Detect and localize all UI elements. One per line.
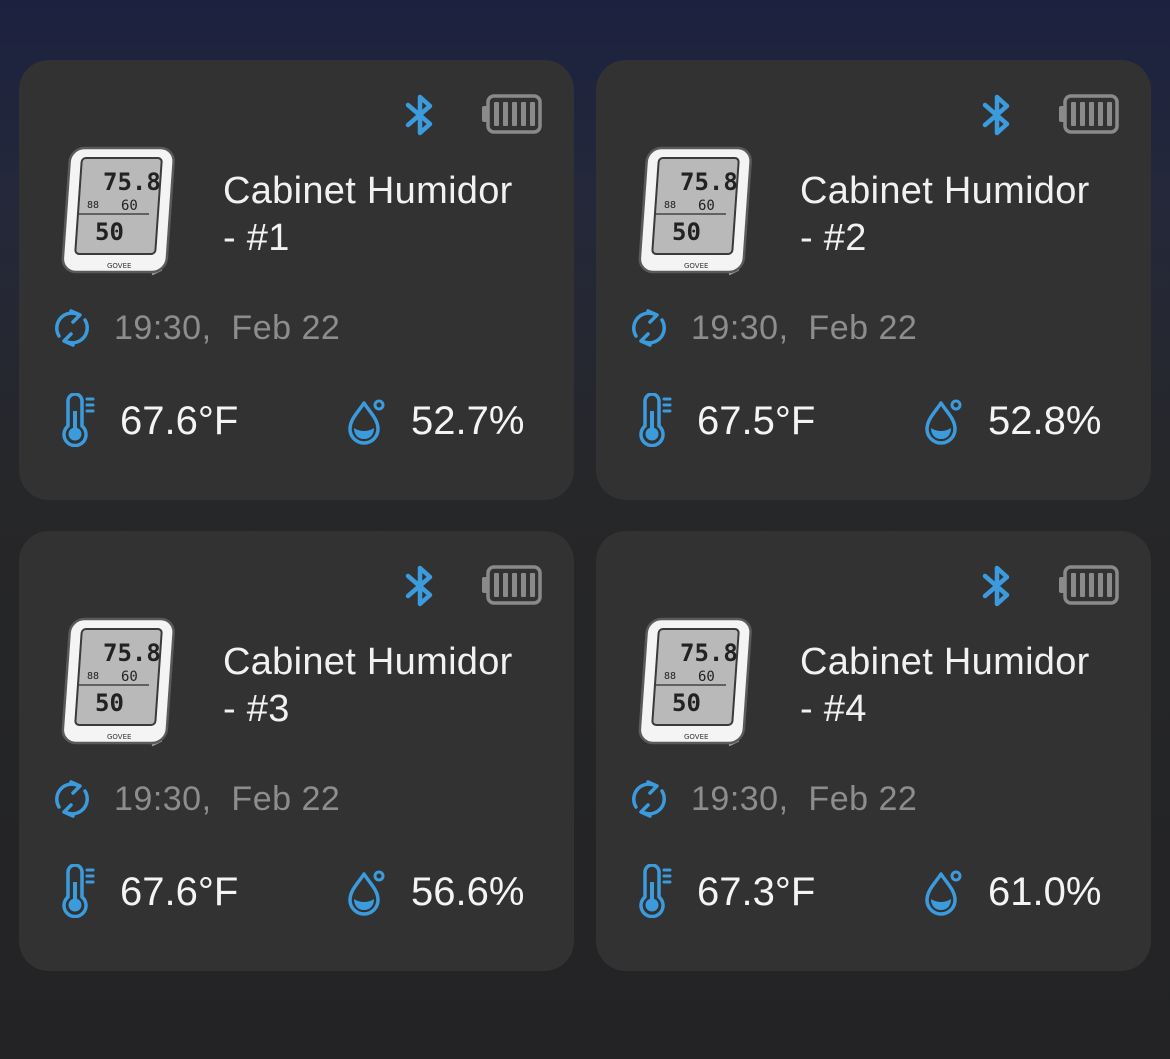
device-name: Cabinet Humidor - #4	[800, 641, 1090, 730]
humidity-drop-icon	[345, 868, 387, 916]
bluetooth-icon	[400, 564, 440, 608]
bluetooth-icon	[400, 93, 440, 137]
humidity-value: 52.7%	[411, 399, 525, 443]
device-thumbnail	[634, 142, 754, 282]
sync-icon[interactable]	[51, 306, 93, 350]
humidity-value: 56.6%	[411, 870, 525, 914]
device-thumbnail	[57, 613, 177, 753]
bluetooth-icon	[977, 93, 1017, 137]
battery-full-icon	[481, 564, 543, 606]
battery-full-icon	[1058, 564, 1120, 606]
temperature-value: 67.5°F	[697, 399, 816, 443]
device-card-1[interactable]: Cabinet Humidor - #1 19:30, Feb 22 67.6°…	[19, 60, 574, 500]
humidity-drop-icon	[345, 397, 387, 445]
device-name: Cabinet Humidor - #3	[223, 641, 513, 730]
temperature-value: 67.6°F	[120, 399, 239, 443]
device-thumbnail	[57, 142, 177, 282]
thermometer-icon	[636, 864, 672, 918]
temperature-value: 67.3°F	[697, 870, 816, 914]
humidity-value: 61.0%	[988, 870, 1102, 914]
temperature-value: 67.6°F	[120, 870, 239, 914]
last-sync-time: 19:30, Feb 22	[114, 780, 341, 818]
device-card-4[interactable]: Cabinet Humidor - #4 19:30, Feb 22 67.3°…	[596, 531, 1151, 971]
battery-full-icon	[1058, 93, 1120, 135]
thermometer-icon	[59, 864, 95, 918]
humidity-drop-icon	[922, 868, 964, 916]
sync-icon[interactable]	[628, 777, 670, 821]
device-card-2[interactable]: Cabinet Humidor - #2 19:30, Feb 22 67.5°…	[596, 60, 1151, 500]
humidity-drop-icon	[922, 397, 964, 445]
battery-full-icon	[481, 93, 543, 135]
sync-icon[interactable]	[628, 306, 670, 350]
humidity-value: 52.8%	[988, 399, 1102, 443]
sync-icon[interactable]	[51, 777, 93, 821]
device-name: Cabinet Humidor - #2	[800, 170, 1090, 259]
device-name: Cabinet Humidor - #1	[223, 170, 513, 259]
last-sync-time: 19:30, Feb 22	[114, 309, 341, 347]
last-sync-time: 19:30, Feb 22	[691, 309, 918, 347]
bluetooth-icon	[977, 564, 1017, 608]
thermometer-icon	[636, 393, 672, 447]
thermometer-icon	[59, 393, 95, 447]
device-thumbnail	[634, 613, 754, 753]
last-sync-time: 19:30, Feb 22	[691, 780, 918, 818]
device-card-3[interactable]: Cabinet Humidor - #3 19:30, Feb 22 67.6°…	[19, 531, 574, 971]
